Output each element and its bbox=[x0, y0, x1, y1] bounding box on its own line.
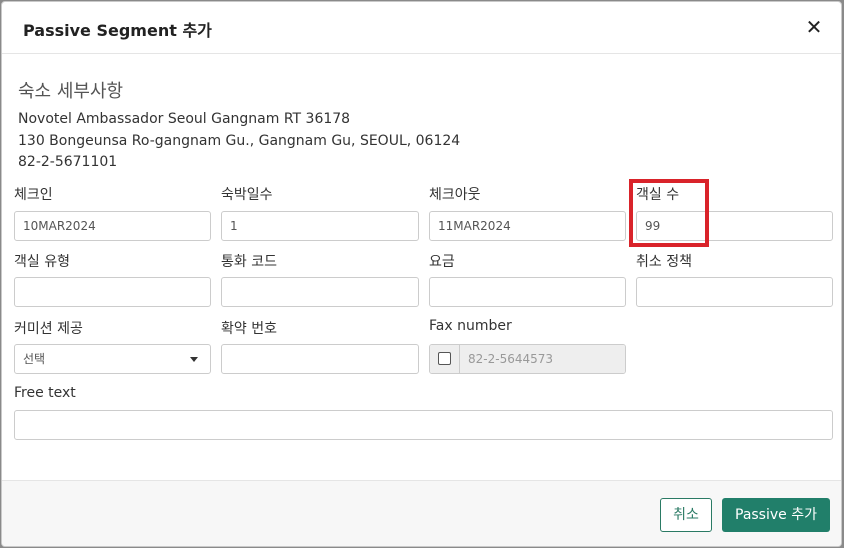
checkin-input[interactable]: 10MAR2024 bbox=[14, 211, 211, 241]
dialog-title: Passive Segment 추가 bbox=[23, 21, 212, 40]
fax-label: Fax number bbox=[429, 318, 512, 334]
fax-checkbox-cell bbox=[430, 345, 460, 373]
close-icon: ✕ bbox=[805, 15, 823, 39]
nights-input[interactable]: 1 bbox=[221, 211, 419, 241]
hotel-phone: 82-2-5671101 bbox=[18, 154, 118, 170]
cancel-policy-input[interactable] bbox=[636, 277, 833, 307]
checkout-label: 체크아웃 bbox=[429, 187, 481, 203]
fax-input: 82-2-5644573 bbox=[460, 345, 625, 373]
hotel-name: Novotel Ambassador Seoul Gangnam RT 3617… bbox=[18, 111, 351, 127]
fax-checkbox[interactable] bbox=[438, 352, 451, 365]
fax-field-group: 82-2-5644573 bbox=[429, 344, 626, 374]
dialog-footer: 취소 Passive 추가 bbox=[2, 480, 841, 546]
cancel-button[interactable]: 취소 bbox=[660, 498, 712, 532]
free-text-label: Free text bbox=[14, 385, 76, 401]
rate-input[interactable] bbox=[429, 277, 626, 307]
confirmation-label: 확약 번호 bbox=[221, 321, 277, 337]
checkin-label: 체크인 bbox=[14, 187, 53, 203]
close-button[interactable]: ✕ bbox=[803, 14, 825, 40]
nights-label: 숙박일수 bbox=[221, 187, 273, 203]
checkout-input[interactable]: 11MAR2024 bbox=[429, 211, 626, 241]
currency-input[interactable] bbox=[221, 277, 419, 307]
room-type-label: 객실 유형 bbox=[14, 254, 70, 270]
dialog-header: Passive Segment 추가 ✕ bbox=[2, 2, 841, 54]
passive-segment-dialog: Passive Segment 추가 ✕ 숙소 세부사항 Novotel Amb… bbox=[1, 1, 842, 547]
cancel-policy-label: 취소 정책 bbox=[636, 254, 692, 270]
hotel-address: 130 Bongeunsa Ro-gangnam Gu., Gangnam Gu… bbox=[18, 133, 461, 149]
rooms-input[interactable]: 99 bbox=[636, 211, 833, 241]
commission-selected-value: 선택 bbox=[23, 352, 46, 366]
chevron-down-icon bbox=[190, 357, 198, 362]
room-type-input[interactable] bbox=[14, 277, 211, 307]
currency-label: 통화 코드 bbox=[221, 254, 277, 270]
rooms-label: 객실 수 bbox=[636, 187, 680, 203]
free-text-input[interactable] bbox=[14, 410, 833, 440]
commission-label: 커미션 제공 bbox=[14, 321, 83, 337]
confirmation-input[interactable] bbox=[221, 344, 419, 374]
add-passive-button[interactable]: Passive 추가 bbox=[722, 498, 830, 532]
commission-select[interactable]: 선택 bbox=[14, 344, 211, 374]
section-title: 숙소 세부사항 bbox=[18, 81, 124, 102]
rate-label: 요금 bbox=[429, 254, 455, 270]
